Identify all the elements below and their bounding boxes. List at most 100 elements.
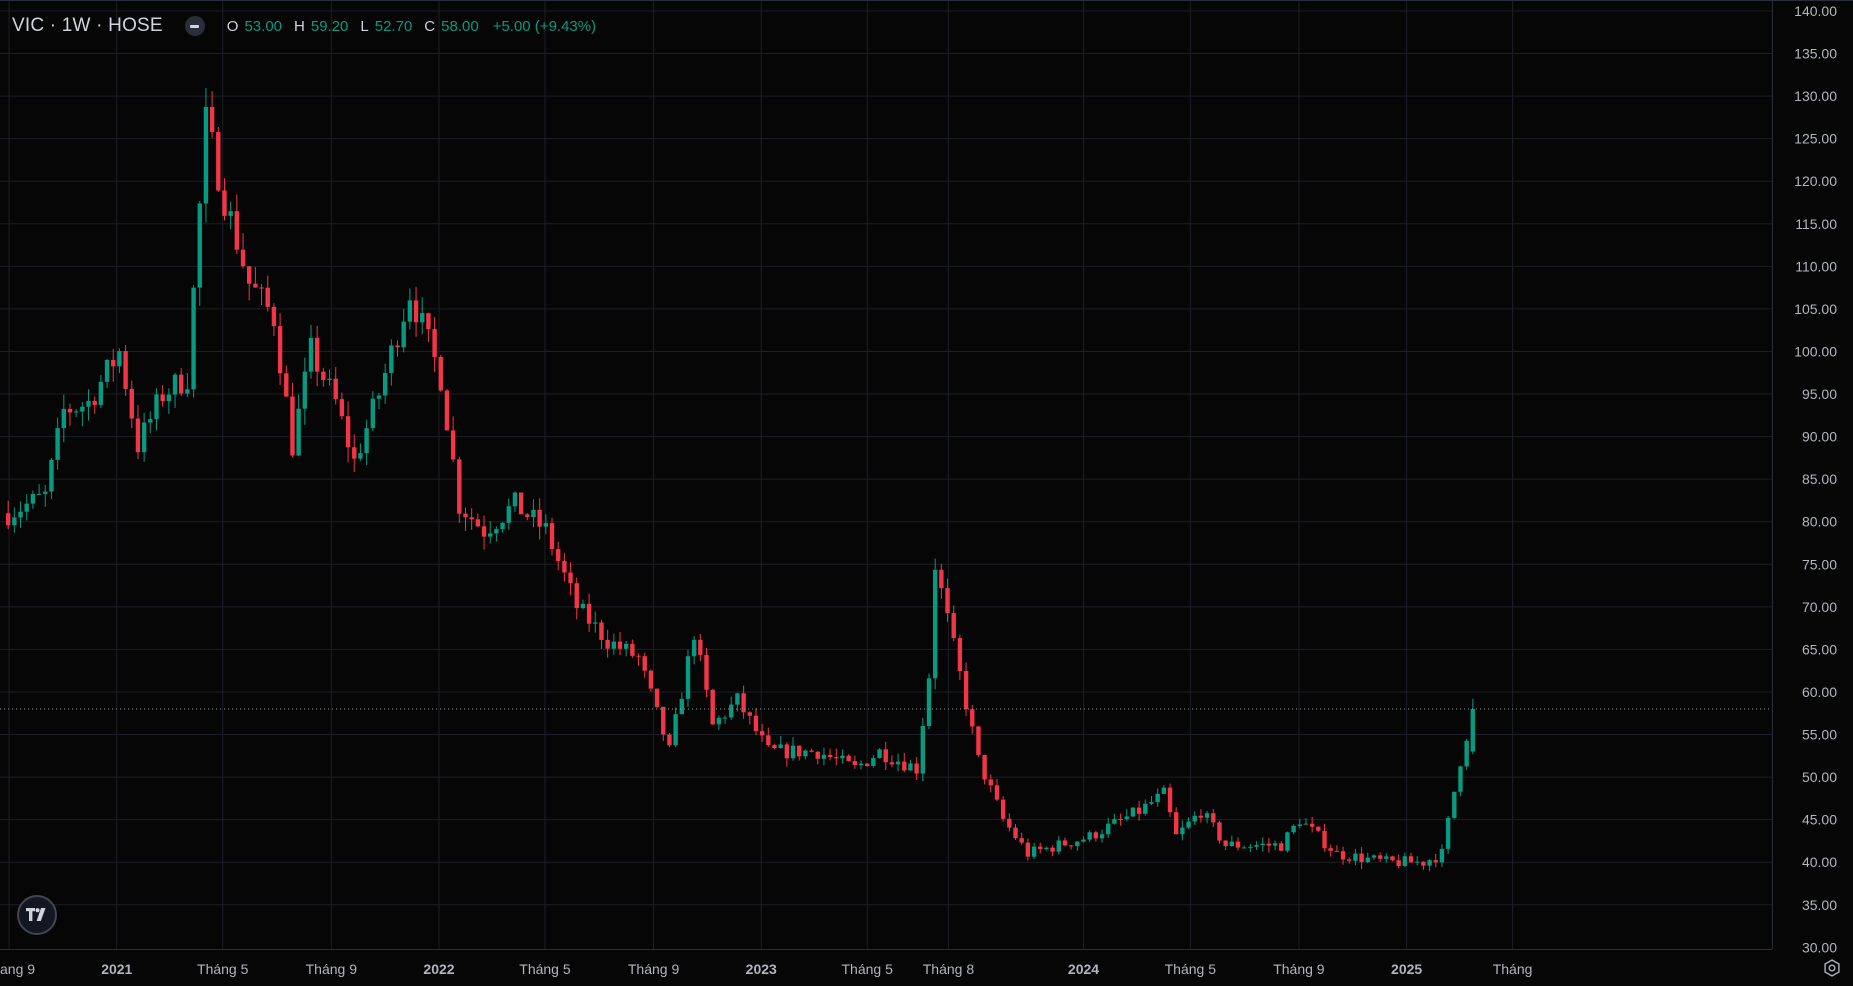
candle-body	[580, 603, 586, 609]
candle-body	[877, 749, 882, 759]
candle-body	[809, 750, 814, 752]
candle-body	[753, 715, 759, 732]
candle-body	[1000, 799, 1006, 819]
candle-body	[661, 706, 666, 735]
candle-body	[685, 656, 691, 699]
candle-body	[1013, 827, 1018, 839]
candle-body	[129, 388, 134, 419]
chart-pane[interactable]: 58.00 140.00 135.00 130.00 125.00 120.00 115.…	[0, 0, 1853, 986]
candle-body	[240, 249, 246, 267]
candle-body	[92, 400, 97, 405]
candle-body	[599, 622, 604, 640]
candle-body	[797, 745, 802, 757]
grid-lines	[0, 1, 1772, 949]
candle-body	[395, 345, 400, 348]
candle-body	[1143, 803, 1148, 814]
candle-body	[630, 643, 635, 656]
time-tick-label: 2024	[1068, 961, 1099, 977]
candle-body	[871, 758, 876, 766]
price-axis: 140.00 135.00 130.00 125.00 120.00 115.00 110.…	[1772, 1, 1853, 986]
candle-body	[469, 517, 474, 520]
close-value: 58.00	[441, 17, 479, 35]
candle-body	[537, 509, 542, 527]
open-value: 53.00	[244, 17, 283, 35]
candle-body	[228, 211, 233, 216]
candle-body	[98, 381, 104, 405]
candle-body	[1161, 787, 1167, 794]
candle-body	[1112, 819, 1117, 824]
candle-body	[203, 107, 209, 204]
candle-body	[265, 287, 270, 307]
price-chart[interactable]: 58.00 140.00 135.00 130.00 125.00 120.00 115.…	[0, 1, 1853, 986]
candle-body	[407, 300, 413, 322]
candle-body	[333, 378, 338, 400]
candle-body	[1421, 861, 1426, 866]
price-tick-label: 45.00	[1802, 812, 1837, 828]
candle-body	[1031, 846, 1037, 857]
candle-body	[475, 519, 481, 527]
candle-body	[988, 779, 993, 786]
candle-body	[926, 678, 932, 726]
candle-body	[957, 638, 963, 671]
candle-body	[1334, 850, 1340, 852]
candle-body	[902, 761, 907, 771]
candle-body	[1223, 840, 1228, 847]
candle-body	[321, 371, 326, 380]
candle-body	[1439, 848, 1445, 863]
candle-body	[457, 459, 462, 514]
high-value: 59.20	[310, 17, 349, 35]
price-axis-background	[1772, 1, 1853, 986]
candle-body	[1384, 856, 1389, 859]
candle-body	[698, 639, 703, 655]
candle-body	[654, 688, 660, 707]
candle-body	[277, 326, 283, 374]
candle-body	[1241, 847, 1247, 849]
candle-body	[945, 588, 950, 614]
candle-body	[1167, 787, 1173, 813]
candle-body	[1291, 825, 1296, 833]
candle-body	[1303, 823, 1309, 825]
candle-body	[1445, 817, 1451, 849]
candle-body	[1044, 847, 1049, 850]
symbol-title[interactable]: VIC · 1W · HOSE	[12, 15, 163, 37]
time-tick-label: 2022	[423, 961, 454, 977]
last-price-line: 58.00	[0, 698, 1846, 719]
candle-body	[636, 655, 641, 657]
minus-icon[interactable]	[184, 16, 205, 36]
high-key: H	[294, 17, 305, 35]
candle-body	[1260, 843, 1265, 846]
candle-body	[1068, 845, 1074, 847]
candle-body	[1149, 802, 1154, 804]
candle-body	[1186, 821, 1191, 828]
candle-body	[302, 371, 308, 409]
time-tick-label: 2021	[101, 961, 132, 977]
candle-body	[1050, 847, 1055, 852]
price-tick-label: 55.00	[1802, 727, 1837, 743]
candle-body	[86, 400, 91, 407]
change-value: +5.00 (+9.43%)	[492, 17, 597, 35]
candle-body	[772, 745, 777, 749]
candle-body	[920, 725, 926, 774]
candle-body	[1365, 857, 1370, 863]
candle-body	[1106, 823, 1111, 835]
candle-body	[729, 704, 734, 718]
candle-body	[531, 509, 536, 518]
candle-body	[1353, 853, 1358, 861]
candle-body	[951, 613, 956, 639]
candle-body	[111, 359, 116, 367]
candle-body	[117, 351, 122, 367]
candle-body	[296, 408, 301, 456]
candle-body	[327, 378, 332, 380]
price-tick-label: 110.00	[1795, 258, 1837, 274]
price-tick-label: 100.00	[1794, 343, 1837, 359]
candle-body	[1062, 840, 1068, 846]
candle-body	[982, 754, 987, 780]
candle-body	[61, 408, 66, 429]
candle-body	[382, 372, 388, 396]
candle-body	[1204, 813, 1210, 818]
candle-body	[401, 321, 406, 348]
gear-icon[interactable]	[1821, 957, 1843, 979]
candle-body	[80, 406, 85, 412]
candle-body	[642, 656, 647, 671]
tradingview-logo-icon[interactable]	[17, 895, 57, 935]
